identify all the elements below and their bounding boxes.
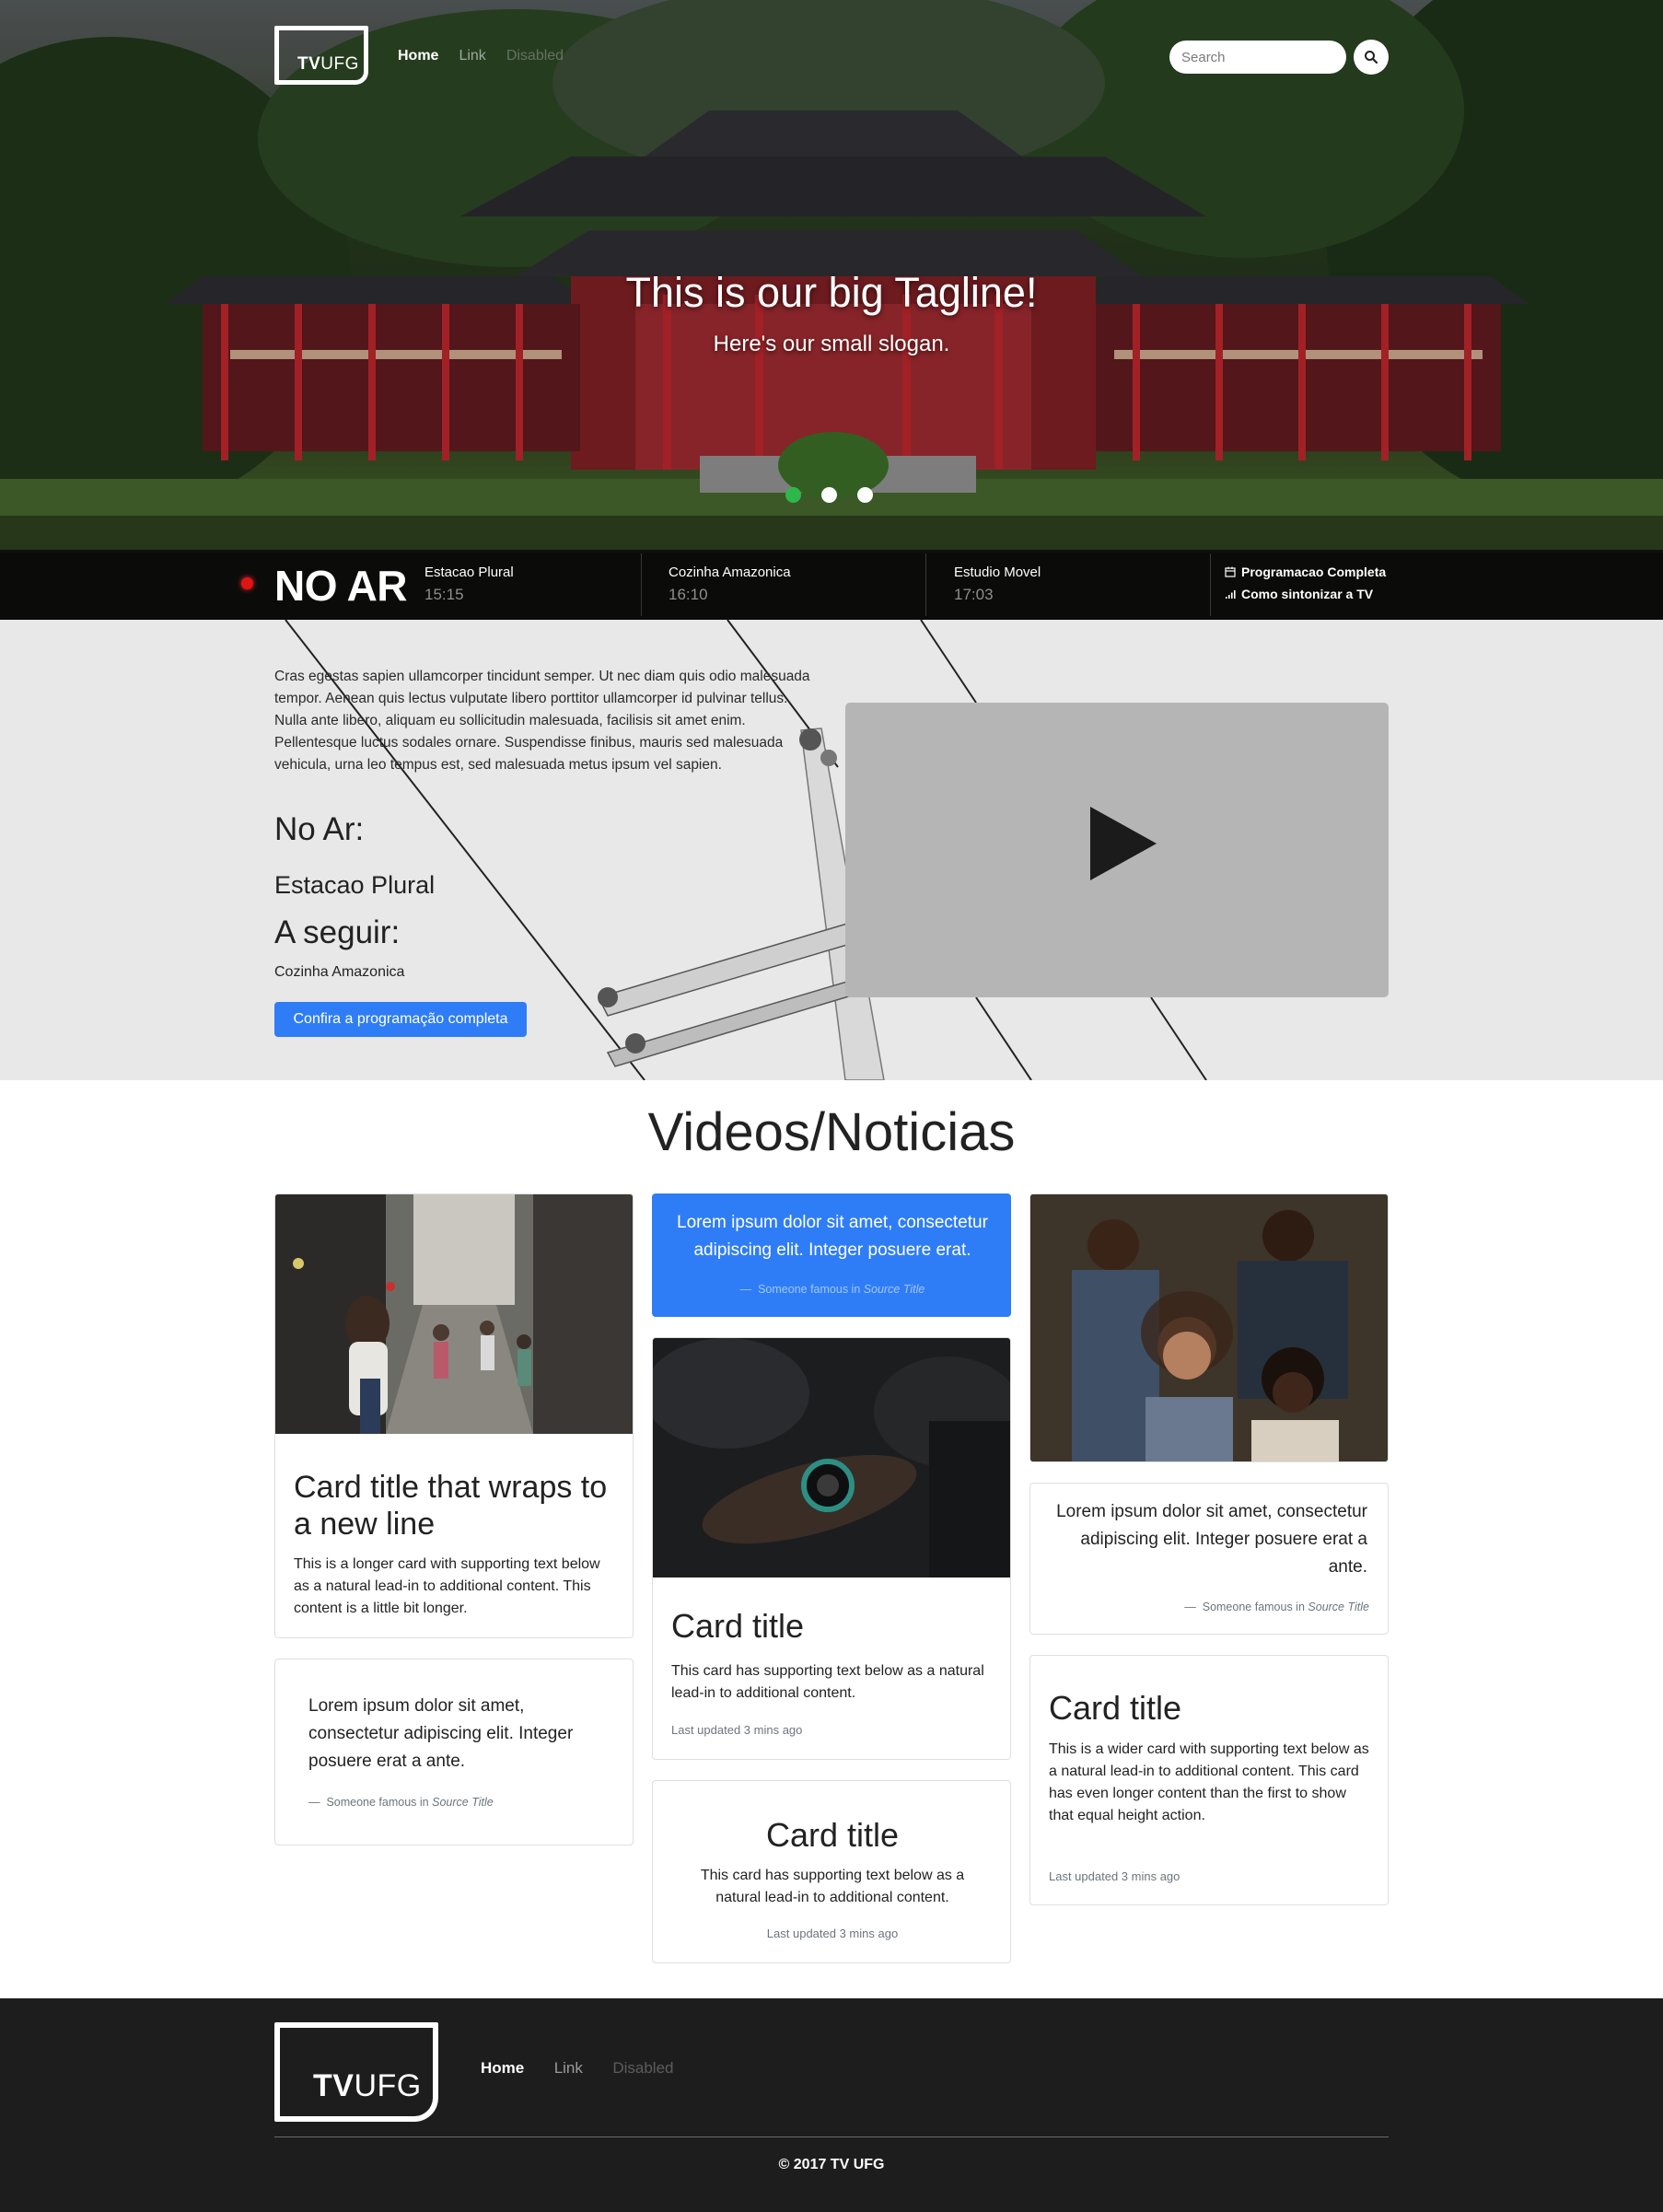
- source-title: Source Title: [432, 1796, 494, 1809]
- card-text: This card has supporting text below as a…: [671, 1663, 984, 1701]
- divider: [1210, 553, 1211, 616]
- schedule-program-time: 17:03: [954, 586, 994, 603]
- card-title: Card title: [1049, 1689, 1182, 1727]
- quote-text: Lorem ipsum dolor sit amet, consectetur …: [1056, 1502, 1367, 1577]
- live-indicator-icon: [241, 577, 253, 589]
- full-schedule-label: Programacao Completa: [1241, 565, 1387, 579]
- quote-card[interactable]: Lorem ipsum dolor sit amet, consectetur …: [1029, 1483, 1389, 1635]
- schedule-item[interactable]: Estudio Movel 17:03: [954, 565, 1041, 604]
- nav-link[interactable]: Link: [459, 48, 485, 64]
- divider: [925, 553, 926, 616]
- carousel-indicator-3[interactable]: [857, 487, 873, 503]
- tune-in-label: Como sintonizar a TV: [1241, 587, 1374, 601]
- schedule-program-name: Estudio Movel: [954, 565, 1041, 580]
- hero-tagline: This is our big Tagline!: [625, 269, 1038, 316]
- copyright: © 2017 TV UFG: [778, 2157, 885, 2172]
- quote-card-highlight[interactable]: Lorem ipsum dolor sit amet, consectetur …: [652, 1193, 1011, 1317]
- intro-paragraph: Cras egestas sapien ullamcorper tincidun…: [274, 669, 810, 773]
- carousel-indicators: [785, 487, 873, 503]
- full-schedule-link[interactable]: Programacao Completa: [1225, 565, 1386, 579]
- quote-footer: — Someone famous in Source Title: [308, 1796, 494, 1809]
- on-air-bar: NO AR Estacao Plural 15:15 Cozinha Amazo…: [0, 550, 1663, 620]
- card-image-camera: [653, 1338, 1010, 1578]
- last-updated: Last updated 3 mins ago: [671, 1723, 803, 1737]
- logo-text-light: UFG: [320, 54, 359, 74]
- card-text: This card has supporting text below as a…: [700, 1868, 965, 1905]
- news-card[interactable]: Card title This is a wider card with sup…: [1029, 1655, 1389, 1905]
- last-updated: Last updated 3 mins ago: [766, 1927, 899, 1940]
- search-input[interactable]: [1169, 41, 1346, 74]
- card-title: Card title that wraps to a new line: [294, 1470, 608, 1542]
- schedule-item[interactable]: Estacao Plural 15:15: [424, 565, 514, 604]
- schedule-program-name: Cozinha Amazonica: [669, 565, 791, 580]
- schedule-program-name: Estacao Plural: [424, 565, 514, 580]
- card-image-street: [275, 1194, 633, 1434]
- calendar-icon: [1225, 566, 1236, 577]
- nav-home[interactable]: Home: [398, 48, 438, 64]
- footer-logo[interactable]: TVUFG: [274, 2022, 438, 2122]
- source-title: Source Title: [863, 1283, 925, 1296]
- card-image-group-portrait: [1030, 1194, 1388, 1461]
- footer-divider: [274, 2136, 1389, 2137]
- card-text: This is a wider card with supporting tex…: [1049, 1741, 1369, 1823]
- top-navbar: TVUFG Home Link Disabled: [274, 26, 1389, 87]
- schedule-program-time: 16:10: [669, 586, 708, 603]
- search-icon: [1365, 51, 1378, 64]
- quote-footer: — Someone famous in Source Title: [1184, 1601, 1369, 1613]
- videos-section-title: Videos/Noticias: [647, 1102, 1016, 1162]
- footer-nav-disabled: Disabled: [612, 2059, 674, 2077]
- schedule-program-time: 15:15: [424, 586, 464, 603]
- power-pole-background-image: [285, 620, 1207, 1080]
- card-text: This is a longer card with supporting te…: [294, 1556, 600, 1616]
- nav-links: Home Link Disabled: [398, 48, 584, 64]
- card-title: Card title: [765, 1816, 900, 1854]
- next-heading: A seguir:: [274, 914, 401, 950]
- on-air-heading: No Ar:: [274, 811, 365, 847]
- signal-icon: [1226, 590, 1236, 599]
- last-updated: Last updated 3 mins ago: [1049, 1869, 1180, 1883]
- divider: [641, 553, 642, 616]
- now-playing-section: Cras egestas sapien ullamcorper tincidun…: [0, 620, 1663, 1080]
- quote-text: Lorem ipsum dolor sit amet, consectetur …: [308, 1696, 574, 1771]
- card-title: Card title: [671, 1607, 805, 1645]
- on-air-label: NO AR: [274, 562, 408, 610]
- footer-nav: Home Link Disabled: [481, 2059, 699, 2078]
- footer-nav-link[interactable]: Link: [554, 2059, 583, 2077]
- quote-text: Lorem ipsum dolor sit amet, consectetur …: [677, 1213, 988, 1260]
- carousel-indicator-1[interactable]: [785, 487, 801, 503]
- hero-slogan: Here's our small slogan.: [713, 332, 950, 356]
- source-title: Source Title: [1308, 1601, 1369, 1613]
- play-icon[interactable]: [1090, 807, 1157, 880]
- quote-footer: — Someone famous in Source Title: [739, 1283, 925, 1296]
- image-card[interactable]: [1029, 1193, 1389, 1462]
- logo-text-bold: TV: [313, 2068, 355, 2103]
- tune-in-link[interactable]: Como sintonizar a TV: [1225, 587, 1386, 601]
- current-program: Estacao Plural: [274, 871, 436, 899]
- nav-disabled: Disabled: [506, 48, 564, 64]
- search-button[interactable]: [1354, 40, 1389, 75]
- news-card[interactable]: Card title This card has supporting text…: [652, 1337, 1011, 1760]
- news-card[interactable]: Card title that wraps to a new line This…: [274, 1193, 634, 1638]
- logo-text-light: UFG: [354, 2068, 422, 2103]
- footer-nav-home[interactable]: Home: [481, 2059, 524, 2077]
- quote-card[interactable]: Lorem ipsum dolor sit amet, consectetur …: [274, 1659, 634, 1845]
- carousel-indicator-2[interactable]: [821, 487, 837, 503]
- brand-logo[interactable]: TVUFG: [274, 26, 368, 85]
- footer: TVUFG Home Link Disabled © 2017 TV UFG: [0, 1998, 1663, 2212]
- full-schedule-button[interactable]: Confira a programação completa: [274, 1002, 527, 1037]
- news-card[interactable]: Card title This card has supporting text…: [652, 1780, 1011, 1963]
- hero-carousel: TVUFG Home Link Disabled This is our big…: [0, 0, 1663, 620]
- next-program: Cozinha Amazonica: [274, 964, 405, 980]
- logo-text-bold: TV: [297, 54, 321, 74]
- quick-links: Programacao Completa Como sintonizar a T…: [1225, 565, 1386, 609]
- schedule-item[interactable]: Cozinha Amazonica 16:10: [669, 565, 791, 604]
- video-player[interactable]: [845, 703, 1389, 997]
